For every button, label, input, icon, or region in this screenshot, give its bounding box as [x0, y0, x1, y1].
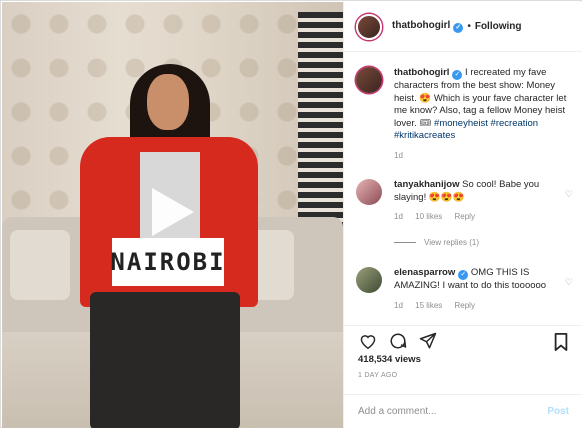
- post-video[interactable]: NAIROBI: [2, 2, 343, 428]
- cushion: [10, 230, 70, 300]
- comment-meta: 1d 15 likes Reply: [394, 300, 568, 313]
- overlay-text: NAIROBI: [110, 248, 226, 276]
- avatar[interactable]: [356, 13, 382, 40]
- heart-icon[interactable]: ♡: [565, 189, 573, 200]
- share-button[interactable]: [418, 331, 438, 351]
- add-comment-bar: Post: [344, 394, 582, 428]
- view-replies-label[interactable]: View replies (1): [424, 238, 479, 247]
- comment-body: tanyakhanijow So cool! Babe you slaying!…: [394, 179, 568, 224]
- verified-badge-icon: ✓: [458, 270, 469, 280]
- comment-meta: 1d 10 likes Reply: [394, 211, 568, 224]
- post-header: thatbohogirl ✓ • Following: [344, 2, 582, 52]
- comment-time[interactable]: 1d: [394, 151, 403, 160]
- comment-body: thatbohogirl ✓ I recreated my fave charac…: [394, 67, 568, 162]
- heart-icon[interactable]: ♡: [565, 277, 573, 288]
- share-icon: [419, 332, 437, 348]
- avatar[interactable]: [356, 179, 382, 205]
- like-button[interactable]: [358, 331, 378, 351]
- following-button[interactable]: Following: [475, 21, 522, 32]
- reply-button[interactable]: Reply: [455, 301, 475, 310]
- comment-likes[interactable]: 10 likes: [415, 212, 442, 221]
- verified-badge-icon: ✓: [453, 23, 464, 33]
- author-username[interactable]: thatbohogirl ✓: [392, 20, 464, 33]
- comment-time[interactable]: 1d: [394, 212, 403, 221]
- author-username-text[interactable]: thatbohogirl: [392, 20, 450, 31]
- caption-comment: thatbohogirl ✓ I recreated my fave charac…: [356, 67, 568, 162]
- post-side-panel: thatbohogirl ✓ • Following thatbohogirl ✓ …: [343, 2, 582, 428]
- comment-meta: 1d: [394, 150, 568, 163]
- play-icon[interactable]: [152, 188, 194, 236]
- action-bar: [344, 325, 582, 355]
- post-button[interactable]: Post: [547, 406, 569, 417]
- reply-button[interactable]: Reply: [455, 212, 475, 221]
- comment-body: elenasparrow ✓ OMG THIS IS AMAZING! I wan…: [394, 267, 568, 312]
- window-blinds: [298, 12, 343, 242]
- save-icon: [554, 333, 568, 351]
- comment-likes[interactable]: 15 likes: [415, 301, 442, 310]
- pants: [90, 292, 240, 428]
- verified-badge-icon: ✓: [452, 70, 463, 80]
- heart-icon: [360, 334, 376, 349]
- list-item: elenasparrow ✓ OMG THIS IS AMAZING! I wan…: [356, 267, 568, 312]
- comment-username[interactable]: tanyakhanijow: [394, 179, 459, 190]
- separator-dot: •: [467, 21, 471, 32]
- avatar[interactable]: [356, 267, 382, 293]
- divider: [394, 242, 416, 243]
- save-button[interactable]: [553, 333, 569, 351]
- view-replies-button[interactable]: View replies (1): [394, 238, 479, 247]
- comment-icon: [390, 333, 407, 348]
- comment-input[interactable]: [358, 406, 548, 417]
- comment-button[interactable]: [388, 331, 408, 351]
- post-timestamp[interactable]: 1 DAY AGO: [358, 372, 397, 379]
- comment-username[interactable]: thatbohogirl: [394, 67, 449, 78]
- view-count[interactable]: 418,534 views: [358, 354, 421, 365]
- avatar[interactable]: [356, 67, 382, 93]
- comment-time[interactable]: 1d: [394, 301, 403, 310]
- comment-username[interactable]: elenasparrow: [394, 267, 455, 278]
- comments-list[interactable]: thatbohogirl ✓ I recreated my fave charac…: [344, 53, 582, 325]
- video-caption-overlay: NAIROBI: [110, 238, 226, 286]
- instagram-post: NAIROBI thatbohogirl ✓ • Following thatbo…: [0, 0, 582, 428]
- list-item: tanyakhanijow So cool! Babe you slaying!…: [356, 179, 568, 224]
- person-face: [147, 74, 189, 130]
